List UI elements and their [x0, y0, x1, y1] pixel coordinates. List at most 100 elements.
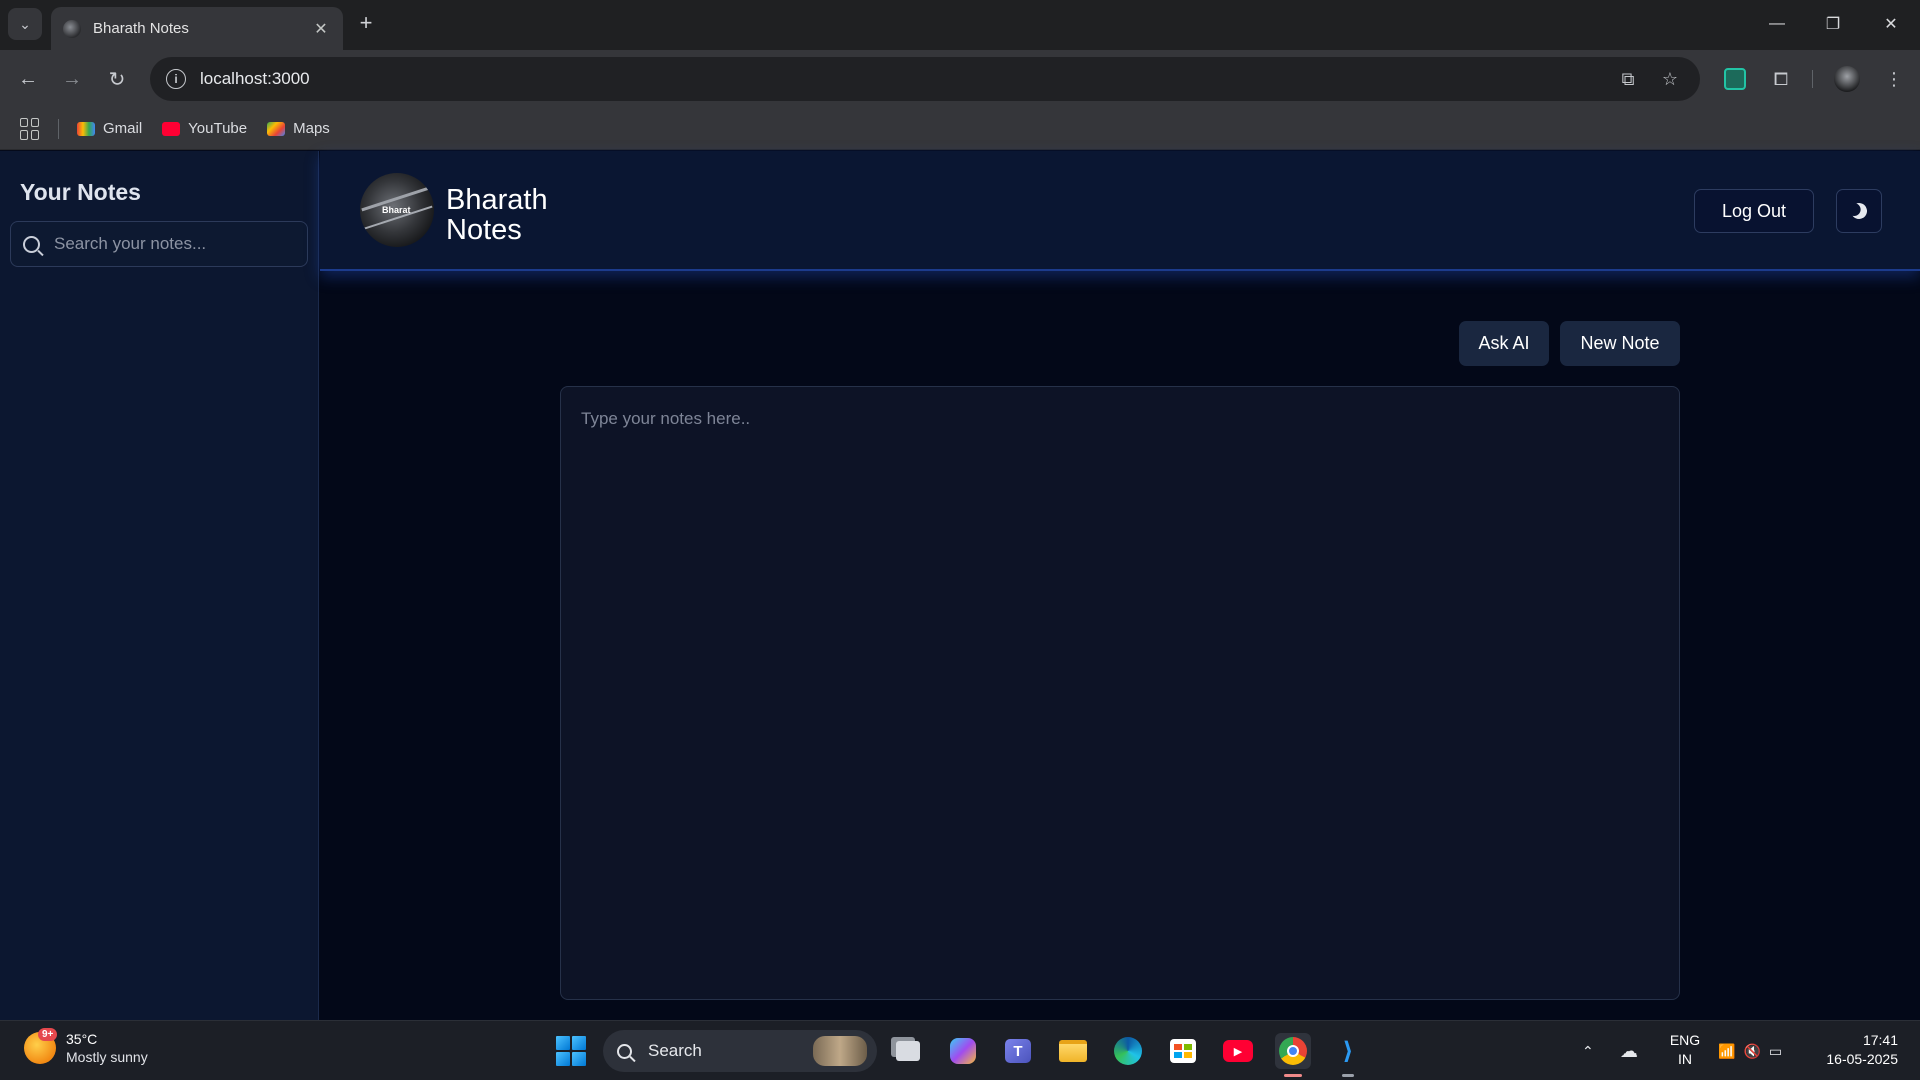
cloud-icon: ☁ — [1620, 1040, 1638, 1061]
new-note-button[interactable]: New Note — [1560, 321, 1680, 366]
tab-favicon-icon — [63, 19, 81, 38]
bookmarks-divider — [58, 118, 59, 139]
note-editor[interactable] — [560, 386, 1680, 1000]
task-view-button[interactable] — [890, 1033, 926, 1069]
store-button[interactable] — [1165, 1033, 1201, 1069]
maps-icon — [267, 121, 286, 136]
minimize-button[interactable]: — — [1754, 8, 1800, 40]
vscode-icon: ⟩ — [1342, 1037, 1354, 1065]
gmail-icon — [77, 121, 95, 136]
browser-tab[interactable]: Bharath Notes ✕ — [51, 7, 343, 50]
chevron-up-icon: ⌃ — [1582, 1042, 1594, 1059]
toolbar-divider — [1812, 70, 1813, 88]
copilot-icon — [950, 1038, 976, 1064]
language-indicator[interactable]: ENG IN — [1665, 1031, 1705, 1069]
brand-line-1: Bharath — [446, 184, 548, 216]
active-indicator — [1284, 1074, 1302, 1077]
browser-tabstrip: ⌄ Bharath Notes ✕ + — ❐ ✕ — [0, 0, 1920, 50]
weather-desc: Mostly sunny — [66, 1049, 148, 1065]
restore-button[interactable]: ❐ — [1810, 8, 1856, 40]
vscode-button[interactable]: ⟩ — [1330, 1033, 1366, 1077]
tab-close-icon[interactable]: ✕ — [311, 19, 331, 39]
profile-button[interactable] — [1831, 63, 1863, 95]
translate-icon[interactable]: ⧉ — [1614, 65, 1642, 93]
youtube-app-button[interactable]: ▶ — [1220, 1033, 1256, 1069]
chevron-down-icon: ⌄ — [19, 15, 31, 32]
bookmark-label: Gmail — [103, 120, 143, 137]
file-explorer-button[interactable] — [1055, 1033, 1091, 1069]
quick-settings-button[interactable]: 📶 🔇 ▭ — [1718, 1021, 1782, 1080]
arrow-left-icon: ← — [18, 67, 38, 90]
reload-icon: ↻ — [108, 68, 126, 91]
bookmark-label: Maps — [293, 120, 330, 137]
kebab-menu-icon: ⋮ — [1885, 68, 1903, 89]
running-indicator — [1342, 1074, 1354, 1077]
theme-toggle-button[interactable] — [1836, 189, 1882, 233]
site-info-icon[interactable]: i — [166, 69, 186, 89]
profile-avatar — [1834, 66, 1860, 92]
back-button[interactable]: ← — [12, 63, 44, 95]
task-view-icon — [896, 1041, 920, 1061]
bookmark-label: YouTube — [188, 120, 248, 137]
app-root: Your Notes Bharat Bharath Notes Log Out … — [0, 151, 1920, 1020]
bookmark-gmail[interactable]: Gmail — [77, 120, 142, 137]
taskbar-search-label: Search — [648, 1041, 702, 1060]
extension-icon — [1724, 68, 1746, 90]
address-bar[interactable]: i localhost:3000 ⧉ ☆ — [150, 57, 1700, 101]
battery-icon: ▭ — [1768, 1042, 1783, 1059]
bookmarks-bar: Gmail YouTube Maps — [0, 108, 1920, 150]
arrow-right-icon: → — [62, 67, 82, 90]
show-hidden-icons-button[interactable]: ⌃ — [1582, 1021, 1594, 1080]
folder-icon — [1059, 1040, 1087, 1062]
brand-name: Bharath Notes — [446, 185, 586, 245]
volume-muted-icon: 🔇 — [1743, 1042, 1761, 1059]
edge-button[interactable] — [1110, 1033, 1146, 1069]
search-icon — [23, 235, 40, 253]
clock-time: 17:41 — [1862, 1032, 1898, 1048]
onedrive-button[interactable]: ☁ — [1620, 1021, 1638, 1080]
ask-ai-button[interactable]: Ask AI — [1459, 321, 1549, 366]
browser-menu-button[interactable]: ⋮ — [1878, 63, 1910, 95]
bookmark-star-icon[interactable]: ☆ — [1656, 65, 1684, 93]
weather-temp: 35°C — [66, 1031, 98, 1047]
copilot-button[interactable] — [945, 1033, 981, 1069]
logout-button[interactable]: Log Out — [1694, 189, 1814, 233]
moon-icon — [1849, 201, 1870, 222]
taskbar-search[interactable]: Search — [603, 1030, 877, 1072]
weather-sun-icon: 9+ — [24, 1028, 58, 1064]
bookmark-maps[interactable]: Maps — [267, 120, 330, 137]
extensions-menu-button[interactable]: ⧠ — [1765, 63, 1797, 95]
url-text[interactable]: localhost:3000 — [200, 69, 1600, 89]
edge-icon — [1114, 1037, 1142, 1065]
chrome-button[interactable] — [1275, 1033, 1311, 1077]
teams-icon: T — [1005, 1039, 1031, 1063]
close-window-button[interactable]: ✕ — [1868, 8, 1914, 40]
sidebar-title: Your Notes — [20, 179, 141, 205]
new-tab-button[interactable]: + — [354, 12, 378, 36]
wifi-icon: 📶 — [1718, 1042, 1736, 1059]
store-icon — [1170, 1039, 1196, 1063]
start-button[interactable] — [556, 1036, 586, 1066]
tab-title: Bharath Notes — [93, 20, 189, 37]
youtube-icon — [162, 121, 181, 136]
puzzle-icon: ⧠ — [1773, 68, 1789, 89]
brand-logo: Bharat — [360, 173, 434, 247]
search-highlight-image — [813, 1036, 867, 1066]
youtube-icon: ▶ — [1223, 1040, 1253, 1062]
tab-search-button[interactable]: ⌄ — [8, 8, 42, 40]
search-input[interactable] — [54, 234, 294, 254]
search-box[interactable] — [10, 221, 308, 267]
app-header: Bharat Bharath Notes Log Out — [320, 151, 1920, 271]
browser-toolbar: ← → ↻ i localhost:3000 ⧉ ☆ ⧠ ⋮ — [0, 50, 1920, 108]
apps-grid-icon[interactable] — [20, 117, 42, 140]
clock[interactable]: 17:41 16-05-2025 — [1810, 1031, 1898, 1069]
extension-button[interactable] — [1719, 63, 1751, 95]
reload-button[interactable]: ↻ — [101, 63, 133, 95]
forward-button[interactable]: → — [56, 63, 88, 95]
notes-sidebar: Your Notes — [0, 151, 319, 1020]
chrome-icon — [1279, 1037, 1307, 1065]
bookmark-youtube[interactable]: YouTube — [162, 120, 247, 137]
teams-button[interactable]: T — [1000, 1033, 1036, 1069]
weather-widget[interactable]: 9+ 35°C Mostly sunny — [24, 1028, 148, 1066]
search-icon — [617, 1043, 632, 1059]
